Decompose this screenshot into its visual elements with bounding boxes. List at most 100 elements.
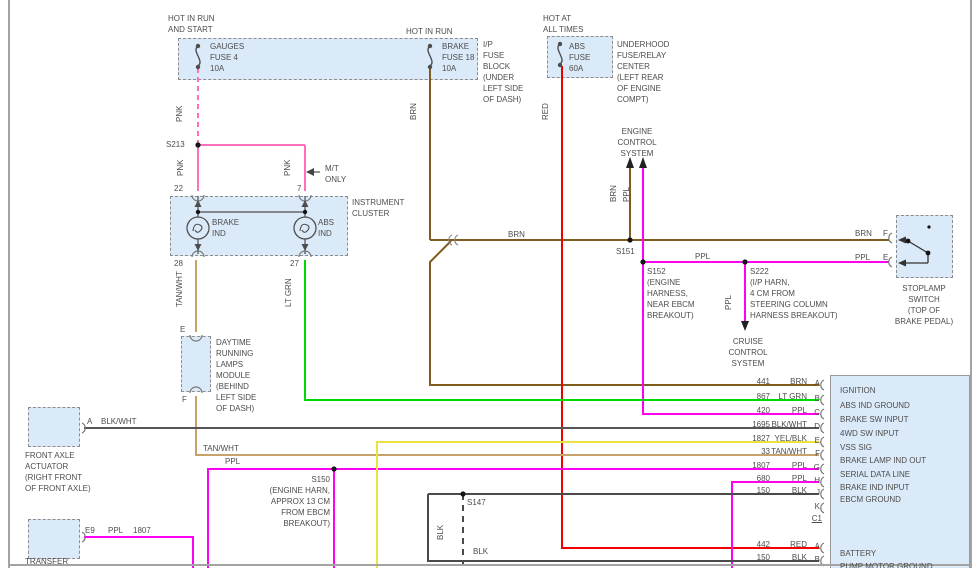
- pin-arc-c1-A: [821, 380, 824, 390]
- ebcm-c2-function-A: BATTERY: [840, 548, 876, 559]
- instrument-cluster-label: INSTRUMENT CLUSTER: [352, 197, 404, 219]
- fuse-terminal-dot: [196, 44, 200, 48]
- brake-fuse-label: BRAKE FUSE 18 10A: [442, 41, 474, 74]
- ebcm-c1-function-A: IGNITION: [840, 385, 876, 396]
- fuse-terminal-dot: [558, 42, 562, 46]
- ebcm-c1-color-C: PPL: [735, 405, 807, 416]
- ppl-wire-label-cruise: PPL: [724, 295, 734, 310]
- splice-s147-label: S147: [467, 497, 486, 508]
- ebcm-c1-function-H: BRAKE IND INPUT: [840, 482, 909, 493]
- ppl-wire-label-stoplamp: PPL: [855, 252, 870, 263]
- cluster-arrow-down-28: [195, 244, 202, 251]
- pin-arc-c1-E: [821, 437, 824, 447]
- gauges-fuse-symbol: [196, 46, 200, 66]
- brake-ind-bulb-icon: [187, 217, 209, 239]
- splice-s151-label: S151: [616, 246, 635, 257]
- fuse-terminal-dot: [196, 65, 200, 69]
- splice-s222-label: S222 (I/P HARN, 4 CM FROM STEERING COLUM…: [750, 266, 838, 321]
- ebcm-c1-function-E: VSS SIG: [840, 442, 872, 453]
- ppl-wire-label-ecs: PPL: [622, 187, 632, 202]
- ppl-wire-label-transfer: PPL: [108, 525, 123, 536]
- transfer-pin-e9: E9: [85, 525, 95, 536]
- abs-ind-bulb-icon: [294, 217, 316, 239]
- stoplamp-pin-f: F: [883, 228, 888, 239]
- splice-s152-label: S152 (ENGINE HARNESS, NEAR EBCM BREAKOUT…: [647, 266, 695, 321]
- ebcm-c1-color-B: LT GRN: [735, 391, 807, 402]
- brake-fuse-symbol: [428, 46, 432, 66]
- splice-s150-label: S150 (ENGINE HARN, APPROX 13 CM FROM EBC…: [238, 474, 330, 529]
- ebcm-c1-function-J: EBCM GROUND: [840, 494, 901, 505]
- splice-dot-s151: [627, 237, 632, 242]
- brake-ind-filament: [193, 224, 202, 232]
- cluster-pin-28: 28: [174, 258, 183, 269]
- cruise-control-arrow: [741, 321, 749, 331]
- ebcm-c1-color-A: BRN: [735, 376, 807, 387]
- engine-control-system-label: ENGINE CONTROL SYSTEM: [607, 126, 667, 159]
- tanwht-wire-label-cluster: TAN/WHT: [175, 271, 185, 307]
- blk-wire-label-s147: BLK: [436, 525, 446, 540]
- red-wire-label-fuse: RED: [541, 103, 551, 120]
- ebcm-c1-pin-letter-K: K: [804, 501, 820, 512]
- mt-only-arrowhead: [306, 168, 314, 176]
- hot-at-all-times-label: HOT AT ALL TIMES: [543, 13, 583, 35]
- pin-arc-c1-G: [821, 464, 824, 474]
- splice-dot-s222: [742, 259, 747, 264]
- ebcm-c1-function-D: 4WD SW INPUT: [840, 428, 899, 439]
- pnk-wire-label-pin7: PNK: [283, 160, 293, 176]
- drl-module-label: DAYTIME RUNNING LAMPS MODULE (BEHIND LEF…: [216, 337, 256, 414]
- ebcm-c1-color-J: BLK: [735, 485, 807, 496]
- pin-arc-front-axle-a: [82, 423, 85, 433]
- cluster-junction-dot: [303, 210, 307, 214]
- brn-wire-label-fuse: BRN: [409, 103, 419, 120]
- hot-in-run-label: HOT IN RUN: [406, 26, 453, 37]
- abs-fuse-symbol: [558, 44, 562, 64]
- splice-dot-s213: [195, 142, 200, 147]
- pin-arc-c1-B: [821, 395, 824, 405]
- tanwht-wire-label-row: TAN/WHT: [203, 443, 239, 454]
- pin-arc-stoplamp-e: [889, 257, 892, 267]
- splice-dot-s152: [640, 259, 645, 264]
- transfer-circuit-1807: 1807: [133, 525, 151, 536]
- ebcm-c2-color-B: BLK: [735, 552, 807, 563]
- ebcm-c2-color-A: RED: [735, 539, 807, 550]
- cluster-junction-dot: [196, 210, 200, 214]
- ebcm-c1-function-B: ABS IND GROUND: [840, 400, 910, 411]
- fuse-terminal-dot: [558, 63, 562, 67]
- ebcm-c1-function-C: BRAKE SW INPUT: [840, 414, 908, 425]
- pin-arc-c1-H: [821, 477, 824, 487]
- frame-left: [8, 0, 10, 568]
- pin-arc-c1-J: [821, 489, 824, 499]
- transfer-label: TRANSFER: [25, 556, 68, 567]
- underhood-center-label: UNDERHOOD FUSE/RELAY CENTER (LEFT REAR O…: [617, 39, 669, 105]
- abs-ind-label: ABS IND: [318, 217, 334, 239]
- stoplamp-arrow-e: [898, 260, 906, 267]
- stoplamp-switch-label: STOPLAMP SWITCH (TOP OF BRAKE PEDAL): [880, 283, 968, 327]
- abs-fuse-label: ABS FUSE 60A: [569, 41, 590, 74]
- blkwht-wire-label-frontaxle: BLK/WHT: [101, 416, 137, 427]
- drl-pin-f: F: [182, 394, 187, 405]
- blk-wire-label-bottom: BLK: [473, 546, 488, 557]
- abs-ind-filament: [300, 224, 309, 232]
- ltgrn-wire-label-cluster: LT GRN: [284, 278, 294, 307]
- splice-s213-label: S213: [166, 139, 185, 150]
- pin-arc-c1-F: [821, 450, 824, 460]
- mt-only-label: M/T ONLY: [325, 163, 346, 185]
- front-axle-pin-a: A: [87, 416, 92, 427]
- wiring-diagram: HOT IN RUN AND START GAUGES FUSE 4 10A H…: [0, 0, 980, 568]
- front-axle-actuator-label: FRONT AXLE ACTUATOR (RIGHT FRONT OF FRON…: [25, 450, 91, 494]
- cluster-arrow-down-27: [302, 244, 309, 251]
- ppl-wire-label-main: PPL: [695, 251, 710, 262]
- brn-wire-label-stoplamp: BRN: [855, 228, 872, 239]
- splice-dot-s147: [460, 491, 465, 496]
- pnk-wire-label-pin22: PNK: [176, 160, 186, 176]
- hot-in-run-and-start-label: HOT IN RUN AND START: [168, 13, 215, 35]
- ebcm-c1-label: C1: [798, 513, 822, 524]
- stoplamp-pin-e: E: [883, 252, 888, 263]
- pin-arc-drl-f: [190, 387, 202, 393]
- pin-arc-c1-C: [821, 409, 824, 419]
- gauges-fuse-label: GAUGES FUSE 4 10A: [210, 41, 244, 74]
- cluster-pin-27: 27: [290, 258, 299, 269]
- fuse-terminal-dot: [428, 44, 432, 48]
- ebcm-c1-color-E: YEL/BLK: [735, 433, 807, 444]
- stoplamp-switch-lever: [903, 240, 928, 263]
